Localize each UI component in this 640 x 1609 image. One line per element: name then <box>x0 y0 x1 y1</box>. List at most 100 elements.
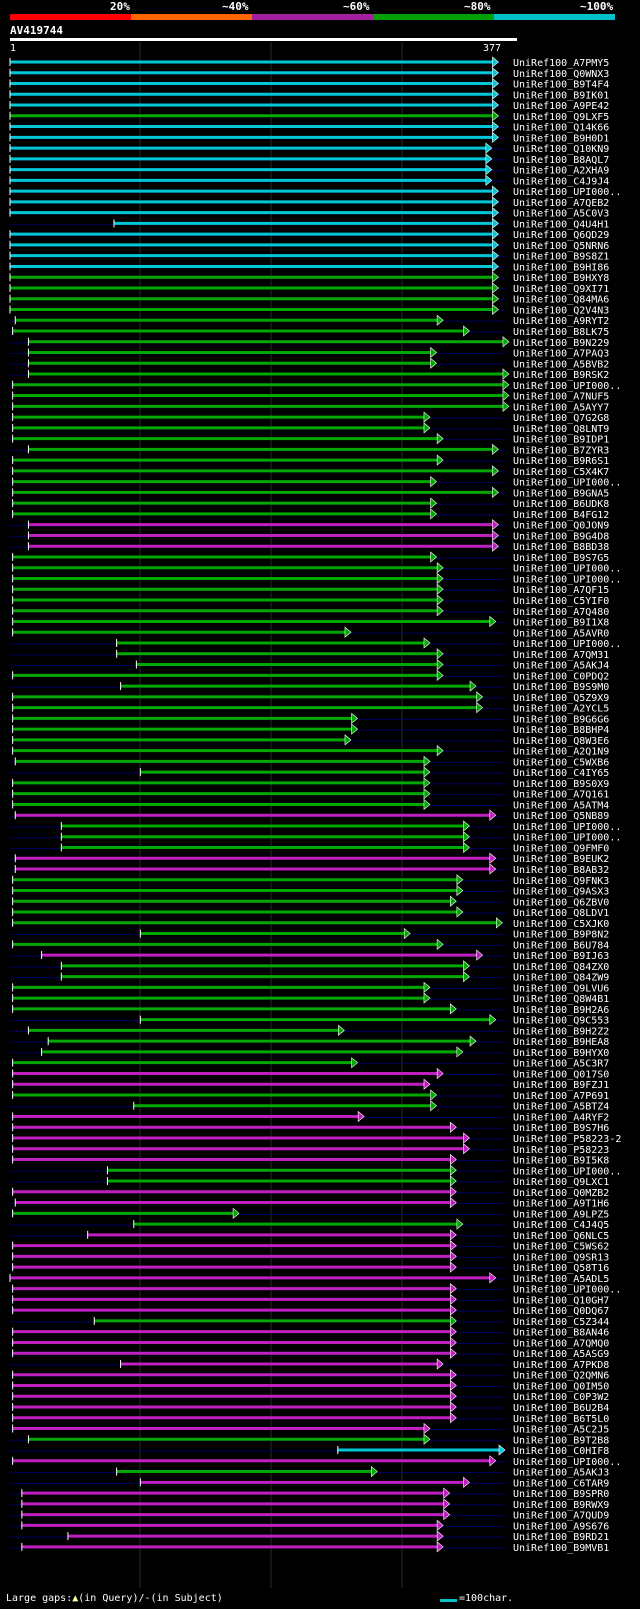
hit-row[interactable]: UniRef100_P58223 <box>10 1143 609 1156</box>
hit-name-link[interactable]: UniRef100_Q9ASX3 <box>513 887 609 898</box>
hit-row[interactable]: UniRef100_A5C0V3 <box>9 206 609 220</box>
hit-name-link[interactable]: UniRef100_UPI000.. <box>513 1285 621 1296</box>
hit-row[interactable]: UniRef100_A5AKJ4 <box>10 658 609 672</box>
hit-row[interactable]: UniRef100_B9S8Z1 <box>9 250 609 263</box>
hit-name-link[interactable]: UniRef100_A5ASG9 <box>513 1349 609 1360</box>
hit-row[interactable]: UniRef100_Q9XI71 <box>9 282 609 295</box>
hit-name-link[interactable]: UniRef100_B9H0D1 <box>513 133 609 144</box>
hit-row[interactable]: UniRef100_C5XJK0 <box>10 917 609 930</box>
hit-name-link[interactable]: UniRef100_C4J9J4 <box>513 176 609 187</box>
hit-name-link[interactable]: UniRef100_Q6NLC5 <box>513 1231 609 1242</box>
hit-name-link[interactable]: UniRef100_Q2V4N3 <box>513 305 609 316</box>
hit-row[interactable]: UniRef100_Q9LXC1 <box>10 1175 609 1188</box>
hit-name-link[interactable]: UniRef100_A9S676 <box>513 1521 609 1532</box>
hit-name-link[interactable]: UniRef100_B6U784 <box>513 940 609 951</box>
hit-row[interactable]: UniRef100_Q9FMF0 <box>10 841 609 854</box>
hit-name-link[interactable]: UniRef100_A2Q1N9 <box>513 747 609 758</box>
hit-name-link[interactable]: UniRef100_UPI000.. <box>513 1166 621 1177</box>
hit-name-link[interactable]: UniRef100_Q5Z9X9 <box>513 693 609 704</box>
hit-name-link[interactable]: UniRef100_Q84ZW9 <box>513 973 609 984</box>
hit-row[interactable]: UniRef100_A7Q161 <box>10 788 609 801</box>
hit-name-link[interactable]: UniRef100_Q7G2G8 <box>513 413 609 424</box>
hit-row[interactable]: UniRef100_Q8W3E6 <box>10 734 609 747</box>
hit-row[interactable]: UniRef100_B9I1X8 <box>10 615 609 629</box>
hit-name-link[interactable]: UniRef100_UPI000.. <box>513 187 621 198</box>
hit-row[interactable]: UniRef100_A7QMQ0 <box>10 1336 609 1349</box>
hit-name-link[interactable]: UniRef100_Q9FMF0 <box>513 843 609 854</box>
hit-row[interactable]: UniRef100_A7PMY5 <box>9 56 609 69</box>
hit-name-link[interactable]: UniRef100_Q5NRN6 <box>513 241 609 252</box>
hit-name-link[interactable]: UniRef100_UPI000.. <box>513 1457 621 1468</box>
hit-row[interactable]: UniRef100_C5X4K7 <box>10 465 609 478</box>
hit-row[interactable]: UniRef100_Q7G2G8 <box>10 411 609 424</box>
hit-name-link[interactable]: UniRef100_B9MVB1 <box>513 1543 609 1554</box>
hit-name-link[interactable]: UniRef100_A7Q161 <box>513 790 609 801</box>
hit-name-link[interactable]: UniRef100_A5AKJ4 <box>513 661 609 672</box>
hit-row[interactable]: UniRef100_B9HEA8 <box>10 1035 609 1048</box>
hit-name-link[interactable]: UniRef100_B9HI86 <box>513 262 609 273</box>
hit-row[interactable]: UniRef100_Q9C553 <box>10 1013 609 1027</box>
hit-name-link[interactable]: UniRef100_B9IDP1 <box>513 435 609 446</box>
hit-name-link[interactable]: UniRef100_A5ATM4 <box>513 800 609 811</box>
hit-name-link[interactable]: UniRef100_B9RWX9 <box>513 1500 609 1511</box>
hit-name-link[interactable]: UniRef100_Q10GH7 <box>513 1295 609 1306</box>
hit-row[interactable]: UniRef100_A5ADL5 <box>9 1272 609 1285</box>
hit-name-link[interactable]: UniRef100_C5XJK0 <box>513 919 609 930</box>
hit-row[interactable]: UniRef100_Q9SR13 <box>10 1250 609 1263</box>
hit-row[interactable]: UniRef100_Q2QMN6 <box>10 1369 609 1382</box>
hit-row[interactable]: UniRef100_P58223-2 <box>10 1132 621 1145</box>
hit-name-link[interactable]: UniRef100_B9IJ63 <box>513 951 609 962</box>
hit-row[interactable]: UniRef100_B8BHP4 <box>10 723 609 736</box>
hit-row[interactable]: UniRef100_C5YIF0 <box>10 594 609 607</box>
hit-name-link[interactable]: UniRef100_A9LPZ5 <box>513 1209 609 1220</box>
hit-row[interactable]: UniRef100_A5ASG9 <box>10 1347 609 1360</box>
hit-name-link[interactable]: UniRef100_B9SPR0 <box>513 1489 609 1500</box>
hit-name-link[interactable]: UniRef100_B9T2B8 <box>513 1435 609 1446</box>
hit-row[interactable]: UniRef100_Q14K66 <box>9 120 609 134</box>
hit-name-link[interactable]: UniRef100_A9PE42 <box>513 101 609 112</box>
hit-row[interactable]: UniRef100_C0HIF8 <box>10 1444 609 1457</box>
hit-row[interactable]: UniRef100_B9SPR0 <box>10 1487 609 1500</box>
hit-row[interactable]: UniRef100_A9PE42 <box>9 99 609 112</box>
hit-row[interactable]: UniRef100_C5WS62 <box>10 1239 609 1253</box>
hit-name-link[interactable]: UniRef100_B6U2B4 <box>513 1403 609 1414</box>
hit-row[interactable]: UniRef100_B9IJ63 <box>10 949 609 962</box>
hit-row[interactable]: UniRef100_A5AKJ3 <box>10 1465 609 1479</box>
hit-name-link[interactable]: UniRef100_C4IY65 <box>513 768 609 779</box>
hit-row[interactable]: UniRef100_Q017S0 <box>10 1067 609 1080</box>
hit-row[interactable]: UniRef100_C6TAR9 <box>10 1476 609 1489</box>
hit-name-link[interactable]: UniRef100_A7NUF5 <box>513 392 609 403</box>
hit-name-link[interactable]: UniRef100_A7QEB2 <box>513 198 609 209</box>
hit-row[interactable]: UniRef100_B9I5K8 <box>10 1153 609 1167</box>
hit-name-link[interactable]: UniRef100_B8BD38 <box>513 542 609 553</box>
hit-row[interactable]: UniRef100_B9FZJ1 <box>10 1078 609 1091</box>
hit-row[interactable]: UniRef100_Q2V4N3 <box>9 303 609 316</box>
hit-row[interactable]: UniRef100_B9G4D8 <box>10 529 609 542</box>
hit-row[interactable]: UniRef100_A5ATM4 <box>10 798 609 811</box>
hit-name-link[interactable]: UniRef100_C0HIF8 <box>513 1446 609 1457</box>
hit-row[interactable]: UniRef100_Q8W4B1 <box>10 992 609 1005</box>
hit-name-link[interactable]: UniRef100_B9GNA5 <box>513 488 609 499</box>
hit-name-link[interactable]: UniRef100_A7PMY5 <box>513 58 609 69</box>
hit-name-link[interactable]: UniRef100_Q9SR13 <box>513 1252 609 1263</box>
hit-row[interactable]: UniRef100_Q6NLC5 <box>10 1229 609 1242</box>
hit-name-link[interactable]: UniRef100_C5WXB6 <box>513 757 609 768</box>
hit-row[interactable]: UniRef100_B9R6S1 <box>10 454 609 467</box>
hit-row[interactable]: UniRef100_UPI000.. <box>10 379 621 392</box>
hit-name-link[interactable]: UniRef100_B6T5L0 <box>513 1414 609 1425</box>
hit-row[interactable]: UniRef100_A7QUD9 <box>10 1508 609 1522</box>
hit-name-link[interactable]: UniRef100_Q5NB89 <box>513 811 609 822</box>
hit-row[interactable]: UniRef100_Q9LVU6 <box>10 981 609 994</box>
hit-row[interactable]: UniRef100_Q8LDV1 <box>10 906 609 919</box>
hit-row[interactable]: UniRef100_B8LK75 <box>10 325 609 338</box>
hit-name-link[interactable]: UniRef100_B9S7G5 <box>513 553 609 564</box>
hit-name-link[interactable]: UniRef100_A5C0V3 <box>513 209 609 220</box>
hit-name-link[interactable]: UniRef100_A7PKD8 <box>513 1360 609 1371</box>
hit-row[interactable]: UniRef100_A2XHA9 <box>9 163 609 177</box>
hit-row[interactable]: UniRef100_B9IDP1 <box>10 432 609 446</box>
hit-row[interactable]: UniRef100_Q10KN9 <box>9 142 609 155</box>
hit-row[interactable]: UniRef100_B9H2A6 <box>10 1003 609 1016</box>
hit-name-link[interactable]: UniRef100_B9FZJ1 <box>513 1080 609 1091</box>
hit-name-link[interactable]: UniRef100_A4RYF2 <box>513 1112 609 1123</box>
hit-name-link[interactable]: UniRef100_B8AN46 <box>513 1328 609 1339</box>
